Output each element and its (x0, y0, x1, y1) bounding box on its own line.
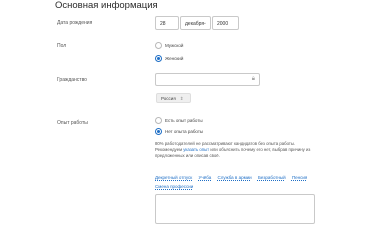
citizenship-tag[interactable]: Россия ⇕ (156, 93, 191, 103)
radio-no-experience[interactable] (155, 128, 162, 135)
gender-label: Пол (57, 43, 67, 49)
gender-option-female-label: Женский (165, 56, 184, 61)
reason-career-change[interactable]: Смена профессии (155, 182, 193, 191)
experience-option-has[interactable]: Есть опыт работы (155, 117, 203, 124)
gender-option-male-label: Мужской (165, 43, 184, 48)
radio-male[interactable] (155, 42, 162, 49)
experience-option-none-label: Нет опыта работы (165, 129, 204, 134)
birth-day-input[interactable]: 28 (155, 16, 179, 30)
experience-option-none[interactable]: Нет опыта работы (155, 128, 203, 135)
remove-tag-icon[interactable]: ⇕ (180, 96, 184, 101)
page-title: Основная информация (55, 0, 158, 11)
radio-has-experience[interactable] (155, 117, 162, 124)
reason-maternity-leave[interactable]: Декретный отпуск (155, 173, 192, 182)
citizenship-tag-label: Россия (161, 96, 176, 101)
birth-month-value: декабря (185, 21, 205, 27)
reason-army-service[interactable]: Служба в армии (217, 173, 251, 182)
birth-year-value: 2000 (217, 21, 229, 27)
gender-option-male[interactable]: Мужской (155, 42, 183, 49)
experience-label: Опыт работы (57, 120, 88, 126)
radio-female[interactable] (155, 55, 162, 62)
reason-list: Декретный отпуск Учёба Служба в армии Бе… (155, 173, 330, 191)
citizenship-input[interactable]: 🔒︎ (155, 73, 260, 86)
birth-day-value: 28 (160, 21, 166, 27)
reason-study[interactable]: Учёба (199, 173, 212, 182)
birthdate-label: Дата рождения (57, 20, 93, 26)
citizenship-label: Гражданство (57, 77, 87, 83)
reason-unemployed[interactable]: Безработный (258, 173, 286, 182)
experience-comment-textarea[interactable] (155, 194, 315, 224)
lock-icon: 🔒︎ (251, 76, 255, 82)
gender-option-female[interactable]: Женский (155, 55, 183, 62)
chevron-down-icon: ⌄ (202, 20, 207, 26)
experience-hint: 80% работодателей не рассматривают канди… (155, 141, 315, 160)
reason-retirement[interactable]: Пенсия (292, 173, 307, 182)
specify-experience-link[interactable]: указать опыт (183, 147, 209, 152)
experience-option-has-label: Есть опыт работы (165, 118, 203, 123)
birth-year-input[interactable]: 2000 (212, 16, 239, 30)
birth-month-select[interactable]: декабря ⌄ (180, 16, 211, 30)
